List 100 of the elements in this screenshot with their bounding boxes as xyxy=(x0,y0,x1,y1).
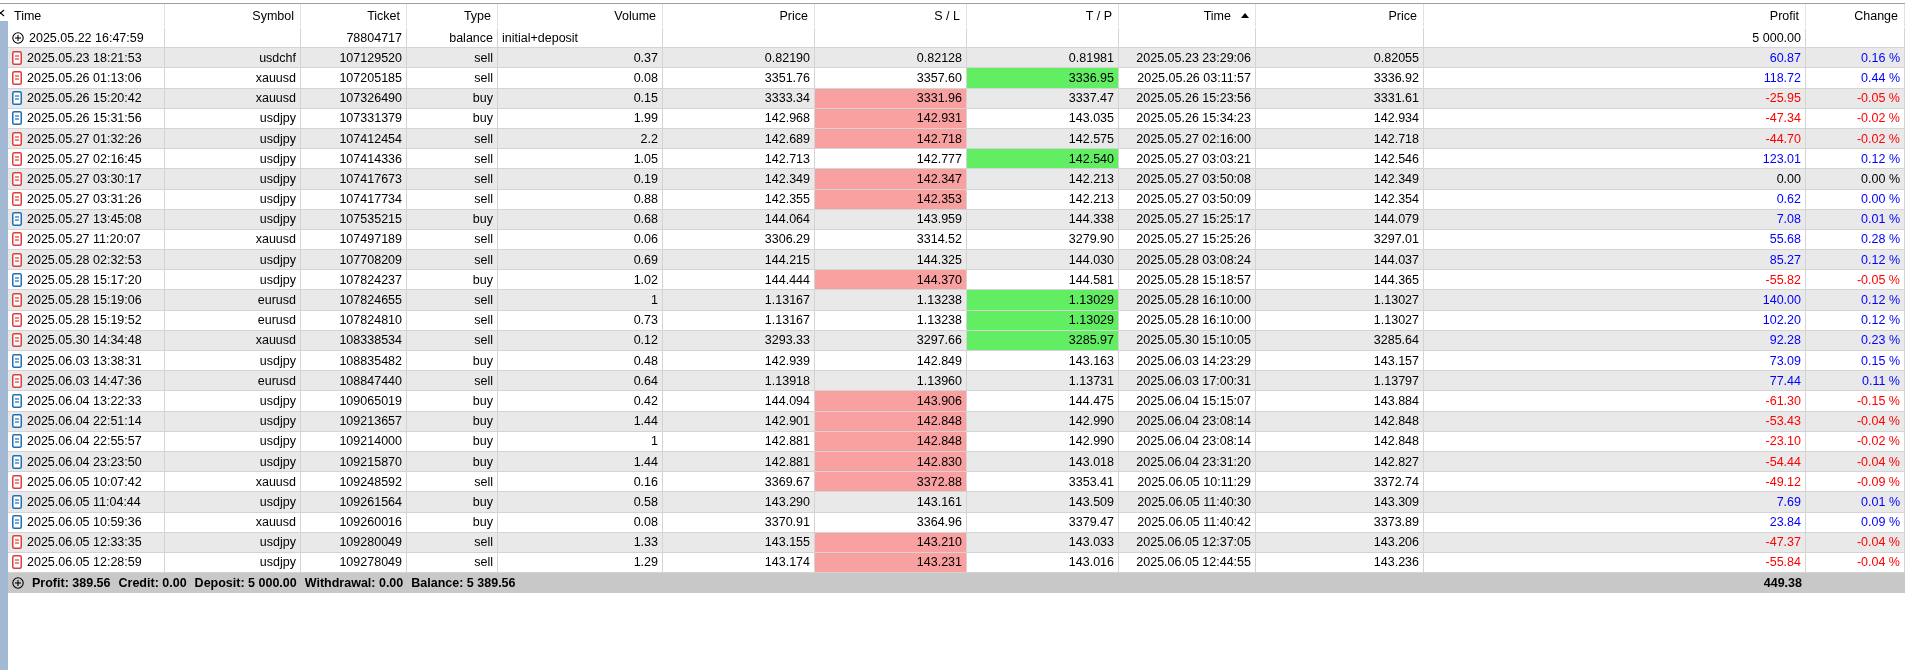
table-cell: 2025.05.28 15:18:57 xyxy=(1119,270,1256,290)
table-row[interactable]: 2025.05.27 01:32:26 usdjpy 107412454 sell 2.2 142.689 142.718 142.575 2025.05.27 02:16:00 142.718 -44.70 -0.02 % xyxy=(8,128,1905,150)
table-cell: 1.13918 xyxy=(663,371,815,391)
table-cell: 1.44 xyxy=(498,411,663,431)
table-row[interactable]: 2025.05.26 15:20:42 xauusd 107326490 buy 0.15 3333.34 3331.96 3337.47 2025.05.26 15:23:56 3331.61 -25.95 -0.05 % xyxy=(8,88,1905,109)
table-cell: 107824655 xyxy=(301,290,407,310)
table-cell: 3331.61 xyxy=(1256,88,1424,108)
table-cell: 144.030 xyxy=(967,250,1119,270)
table-cell: 2025.05.30 14:34:48 xyxy=(27,333,142,348)
table-cell: -47.37 xyxy=(1424,532,1806,552)
table-cell: initial+deposit xyxy=(498,28,663,48)
table-cell: 143.161 xyxy=(815,492,967,512)
table-cell: 144.079 xyxy=(1256,209,1424,229)
table-row[interactable]: 2025.05.27 02:16:45 usdjpy 107414336 sell 1.05 142.713 142.777 142.540 2025.05.27 03:03:21 142.546 123.01 0.12 % xyxy=(8,149,1905,170)
table-row[interactable]: 2025.06.03 14:47:36 eurusd 108847440 sell 0.64 1.13918 1.13960 1.13731 2025.06.03 17:00:31 1.13797 77.44 0.11 % xyxy=(8,371,1905,392)
table-cell: sell xyxy=(407,330,498,350)
table-cell: 0.11 % xyxy=(1806,371,1905,391)
table-row[interactable]: 2025.06.04 22:55:57 usdjpy 109214000 buy 1 142.881 142.848 142.990 2025.06.04 23:08:14 142.848 -23.10 -0.02 % xyxy=(8,431,1905,452)
table-row[interactable]: 2025.06.05 11:04:44 usdjpy 109261564 buy 0.58 143.290 143.161 143.509 2025.06.05 11:40:30 143.309 7.69 0.01 % xyxy=(8,492,1905,513)
table-cell: 109280049 xyxy=(301,532,407,552)
table-cell: 142.827 xyxy=(1256,451,1424,472)
table-cell: 3337.47 xyxy=(967,88,1119,108)
table-cell: 142.718 xyxy=(815,128,967,149)
table-row[interactable]: 2025.06.05 10:59:36 xauusd 109260016 buy 0.08 3370.91 3364.96 3379.47 2025.06.05 11:40:42 3373.89 23.84 0.09 % xyxy=(8,512,1905,533)
table-cell: 3379.47 xyxy=(967,512,1119,532)
table-row[interactable]: 2025.06.05 12:28:59 usdjpy 109278049 sell 1.29 143.174 143.231 143.016 2025.06.05 12:44:55 143.236 -55.84 -0.04 % xyxy=(8,552,1905,574)
table-cell: sell xyxy=(407,250,498,270)
table-cell: 109215870 xyxy=(301,451,407,472)
table-row[interactable]: 2025.05.27 03:31:26 usdjpy 107417734 sell 0.88 142.355 142.353 142.213 2025.05.27 03:50:09 142.354 0.62 0.00 % xyxy=(8,189,1905,210)
table-cell: 3331.96 xyxy=(815,88,967,108)
table-row[interactable]: 2025.05.26 15:31:56 usdjpy 107331379 buy 1.99 142.968 142.931 143.035 2025.05.26 15:34:23 142.934 -47.34 -0.02 % xyxy=(8,108,1905,129)
table-cell: 0.15 % xyxy=(1806,351,1905,371)
table-cell: 144.037 xyxy=(1256,250,1424,270)
table-cell: -55.84 xyxy=(1424,552,1806,573)
plus-circle-icon[interactable] xyxy=(12,31,24,44)
table-cell: 2025.06.05 10:11:29 xyxy=(1119,472,1256,492)
table-cell: 142.718 xyxy=(1256,128,1424,149)
table-cell: 107708209 xyxy=(301,250,407,270)
table-row[interactable]: 2025.05.27 13:45:08 usdjpy 107535215 buy 0.68 144.064 143.959 144.338 2025.05.27 15:25:17 144.079 7.08 0.01 % xyxy=(8,209,1905,230)
table-row[interactable]: 2025.06.04 13:22:33 usdjpy 109065019 buy 0.42 144.094 143.906 144.475 2025.06.04 15:15:07 143.884 -61.30 -0.15 % xyxy=(8,391,1905,412)
table-cell: 0.28 % xyxy=(1806,229,1905,250)
table-cell: usdjpy xyxy=(165,552,301,573)
table-cell: 107326490 xyxy=(301,88,407,108)
table-cell: sell xyxy=(407,68,498,88)
table-cell: 142.575 xyxy=(967,128,1119,149)
table-row[interactable]: 2025.05.23 18:21:53 usdchf 107129520 sell 0.37 0.82190 0.82128 0.81981 2025.05.23 23:29:06 0.82055 60.87 0.16 % xyxy=(8,48,1905,69)
table-cell: -0.02 % xyxy=(1806,128,1905,149)
table-cell: 109261564 xyxy=(301,492,407,512)
table-cell: 2025.06.05 11:40:42 xyxy=(1119,512,1256,532)
table-cell: 143.884 xyxy=(1256,391,1424,411)
close-icon[interactable] xyxy=(0,8,6,17)
table-cell: 142.353 xyxy=(815,189,967,209)
table-cell: 142.848 xyxy=(815,431,967,451)
table-cell: sell xyxy=(407,189,498,209)
table-cell: 2025.06.05 10:59:36 xyxy=(27,515,142,530)
table-cell: buy xyxy=(407,351,498,371)
table-cell: -55.82 xyxy=(1424,270,1806,290)
table-row[interactable]: 2025.06.04 22:51:14 usdjpy 109213657 buy 1.44 142.901 142.848 142.990 2025.06.04 23:08:14 142.848 -53.43 -0.04 % xyxy=(8,411,1905,432)
table-cell: 2025.06.04 13:22:33 xyxy=(27,393,142,408)
table-row[interactable]: 2025.05.28 15:19:06 eurusd 107824655 sell 1 1.13167 1.13238 1.13029 2025.05.28 16:10:00 1.13027 140.00 0.12 % xyxy=(8,290,1905,311)
table-row[interactable]: 2025.05.27 03:30:17 usdjpy 107417673 sell 0.19 142.349 142.347 142.213 2025.05.27 03:50:08 142.349 0.00 0.00 % xyxy=(8,169,1905,190)
table-cell: 2025.05.26 15:31:56 xyxy=(27,111,142,126)
table-cell: 3353.41 xyxy=(967,472,1119,492)
table-cell: 2025.05.28 02:32:53 xyxy=(27,252,142,267)
table-cell: xauusd xyxy=(165,68,301,88)
table-cell: 144.338 xyxy=(967,209,1119,229)
table-cell: 2025.05.27 03:30:17 xyxy=(27,171,142,186)
table-cell: buy xyxy=(407,88,498,108)
table-row[interactable]: 2025.06.05 10:07:42 xauusd 109248592 sell 0.16 3369.67 3372.88 3353.41 2025.06.05 10:11:29 3372.74 -49.12 -0.09 % xyxy=(8,472,1905,493)
table-cell: 142.546 xyxy=(1256,149,1424,169)
plus-circle-icon[interactable] xyxy=(12,576,24,589)
table-cell: 144.325 xyxy=(815,250,967,270)
table-cell: 1.99 xyxy=(498,108,663,128)
table-cell: 0.16 % xyxy=(1806,48,1905,68)
table-cell: sell xyxy=(407,290,498,310)
table-cell: eurusd xyxy=(165,371,301,391)
table-row[interactable]: 2025.06.05 12:33:35 usdjpy 109280049 sell 1.33 143.155 143.210 143.033 2025.06.05 12:37:05 143.206 -47.37 -0.04 % xyxy=(8,532,1905,553)
table-cell: 109214000 xyxy=(301,431,407,451)
table-row[interactable]: 2025.05.26 01:13:06 xauusd 107205185 sell 0.08 3351.76 3357.60 3336.95 2025.05.26 03:11:57 3336.92 118.72 0.44 % xyxy=(8,68,1905,89)
table-row[interactable]: 2025.05.28 15:17:20 usdjpy 107824237 buy 1.02 144.444 144.370 144.581 2025.05.28 15:18:57 144.365 -55.82 -0.05 % xyxy=(8,270,1905,291)
table-cell: -0.04 % xyxy=(1806,411,1905,431)
table-row[interactable]: 2025.05.30 14:34:48 xauusd 108338534 sell 0.12 3293.33 3297.66 3285.97 2025.05.30 15:10:05 3285.64 92.28 0.23 % xyxy=(8,330,1905,351)
table-cell: 2025.06.05 10:07:42 xyxy=(27,474,142,489)
table-row[interactable]: 2025.05.22 16:47:59 78804717 balance initial+deposit 5 000.00 xyxy=(8,28,1905,49)
table-row[interactable]: 2025.06.03 13:38:31 usdjpy 108835482 buy 0.48 142.939 142.849 143.163 2025.06.03 14:23:29 143.157 73.09 0.15 % xyxy=(8,351,1905,372)
table-cell: 140.00 xyxy=(1424,290,1806,310)
table-cell: -0.04 % xyxy=(1806,451,1905,472)
table-cell: 107497189 xyxy=(301,229,407,250)
table-cell: 107205185 xyxy=(301,68,407,88)
table-cell: xauusd xyxy=(165,512,301,532)
table-row[interactable]: 2025.05.28 02:32:53 usdjpy 107708209 sell 0.69 144.215 144.325 144.030 2025.05.28 03:08:24 144.037 85.27 0.12 % xyxy=(8,250,1905,271)
table-cell: 2025.05.22 16:47:59 xyxy=(29,30,144,45)
table-cell: -53.43 xyxy=(1424,411,1806,431)
table-row[interactable]: 2025.06.04 23:23:50 usdjpy 109215870 buy 1.44 142.881 142.830 143.018 2025.06.04 23:31:20 142.827 -54.44 -0.04 % xyxy=(8,451,1905,473)
summary-item: Balance: 5 389.56 xyxy=(411,575,516,590)
table-cell: 1.05 xyxy=(498,149,663,169)
table-row[interactable]: 2025.05.28 15:19:52 eurusd 107824810 sell 0.73 1.13167 1.13238 1.13029 2025.05.28 16:10:00 1.13027 102.20 0.12 % xyxy=(8,310,1905,331)
table-row[interactable]: 2025.05.27 11:20:07 xauusd 107497189 sell 0.06 3306.29 3314.52 3279.90 2025.05.27 15:25:26 3297.01 55.68 0.28 % xyxy=(8,229,1905,251)
table-cell: 2025.05.27 03:03:21 xyxy=(1119,149,1256,169)
table-cell: sell xyxy=(407,532,498,552)
